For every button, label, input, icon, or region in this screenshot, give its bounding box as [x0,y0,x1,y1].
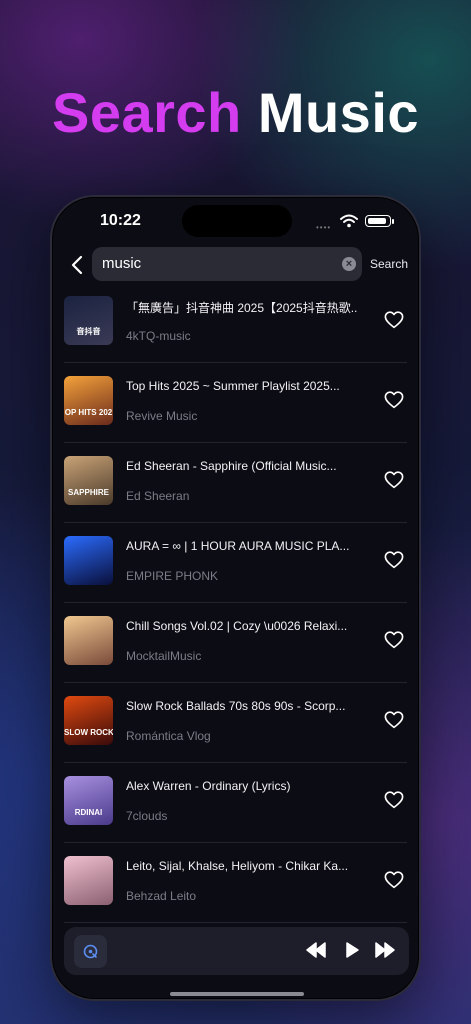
track-title: Ed Sheeran - Sapphire (Official Music... [126,459,337,473]
heart-icon[interactable] [384,551,404,569]
track-artist: 7clouds [126,809,168,823]
list-item[interactable]: Leito, Sijal, Khalse, Heliyom - Chikar K… [52,843,419,923]
track-thumbnail [64,536,113,585]
disc-icon[interactable] [74,935,107,968]
track-thumbnail: SLOW ROCK [64,696,113,745]
track-artist: EMPIRE PHONK [126,569,219,583]
thumbnail-text: 音抖音 [76,327,101,336]
track-artist: Revive Music [126,409,198,423]
signal-icon: •••• [316,223,332,232]
track-title: Slow Rock Ballads 70s 80s 90s - Scorp... [126,699,346,713]
track-title: Leito, Sijal, Khalse, Heliyom - Chikar K… [126,859,349,873]
track-artist: Romántica Vlog [126,729,211,743]
thumbnail-text: SAPPHIRE [68,488,109,497]
list-item[interactable]: AURA = ∞ | 1 HOUR AURA MUSIC PLA... EMPI… [52,523,419,603]
track-thumbnail: OP HITS 202 [64,376,113,425]
heart-icon[interactable] [384,471,404,489]
list-item[interactable]: SAPPHIRE Ed Sheeran - Sapphire (Official… [52,443,419,523]
thumbnail-text: RDINAl [74,808,103,817]
home-indicator[interactable] [170,992,304,996]
track-title: AURA = ∞ | 1 HOUR AURA MUSIC PLA... [126,539,350,553]
clear-icon[interactable]: × [342,257,356,271]
chevron-left-icon[interactable] [66,253,90,277]
search-row: music × Search [52,247,419,283]
heart-icon[interactable] [384,791,404,809]
phone-frame: 10:22 •••• music × Search 音抖音 「無廣告」抖音神曲 … [50,195,421,1001]
list-item[interactable]: Chill Songs Vol.02 | Cozy \u0026 Relaxi.… [52,603,419,683]
thumbnail-text: SLOW ROCK [64,728,113,737]
battery-nub [392,219,394,224]
status-bar: 10:22 •••• [52,197,419,247]
search-input[interactable]: music × [92,247,362,281]
mini-player[interactable] [64,927,409,975]
headline-plain: Music [257,81,420,144]
battery-icon [365,215,391,227]
list-item[interactable]: 音抖音 「無廣告」抖音神曲 2025【2025抖音热歌... 4kTQ-musi… [52,283,419,363]
wifi-icon [340,214,358,228]
list-item[interactable]: SLOW ROCK Slow Rock Ballads 70s 80s 90s … [52,683,419,763]
track-title: Chill Songs Vol.02 | Cozy \u0026 Relaxi.… [126,619,348,633]
track-title: Alex Warren - Ordinary (Lyrics) [126,779,291,793]
dynamic-island [182,205,292,237]
rewind-icon[interactable] [305,941,327,959]
track-artist: 4kTQ-music [126,329,191,343]
list-item[interactable]: OP HITS 202 Top Hits 2025 ~ Summer Playl… [52,363,419,443]
heart-icon[interactable] [384,391,404,409]
track-thumbnail [64,616,113,665]
track-thumbnail [64,856,113,905]
track-title: Top Hits 2025 ~ Summer Playlist 2025... [126,379,340,393]
heart-icon[interactable] [384,311,404,329]
thumbnail-text: OP HITS 202 [64,408,113,417]
divider [64,922,407,923]
results-list: 音抖音 「無廣告」抖音神曲 2025【2025抖音热歌... 4kTQ-musi… [52,283,419,923]
list-item[interactable]: RDINAl Alex Warren - Ordinary (Lyrics) 7… [52,763,419,843]
track-title: 「無廣告」抖音神曲 2025【2025抖音热歌... [126,301,358,315]
track-artist: MocktailMusic [126,649,202,663]
track-artist: Ed Sheeran [126,489,190,503]
track-thumbnail: RDINAl [64,776,113,825]
play-icon[interactable] [343,941,361,959]
heart-icon[interactable] [384,871,404,889]
track-artist: Behzad Leito [126,889,197,903]
heart-icon[interactable] [384,631,404,649]
headline: Search Music [0,80,471,145]
headline-accent: Search [51,81,242,144]
fast-forward-icon[interactable] [374,941,396,959]
status-time: 10:22 [100,212,141,229]
heart-icon[interactable] [384,711,404,729]
search-button[interactable]: Search [370,257,408,271]
track-thumbnail: 音抖音 [64,296,113,345]
track-thumbnail: SAPPHIRE [64,456,113,505]
search-query: music [102,255,142,272]
